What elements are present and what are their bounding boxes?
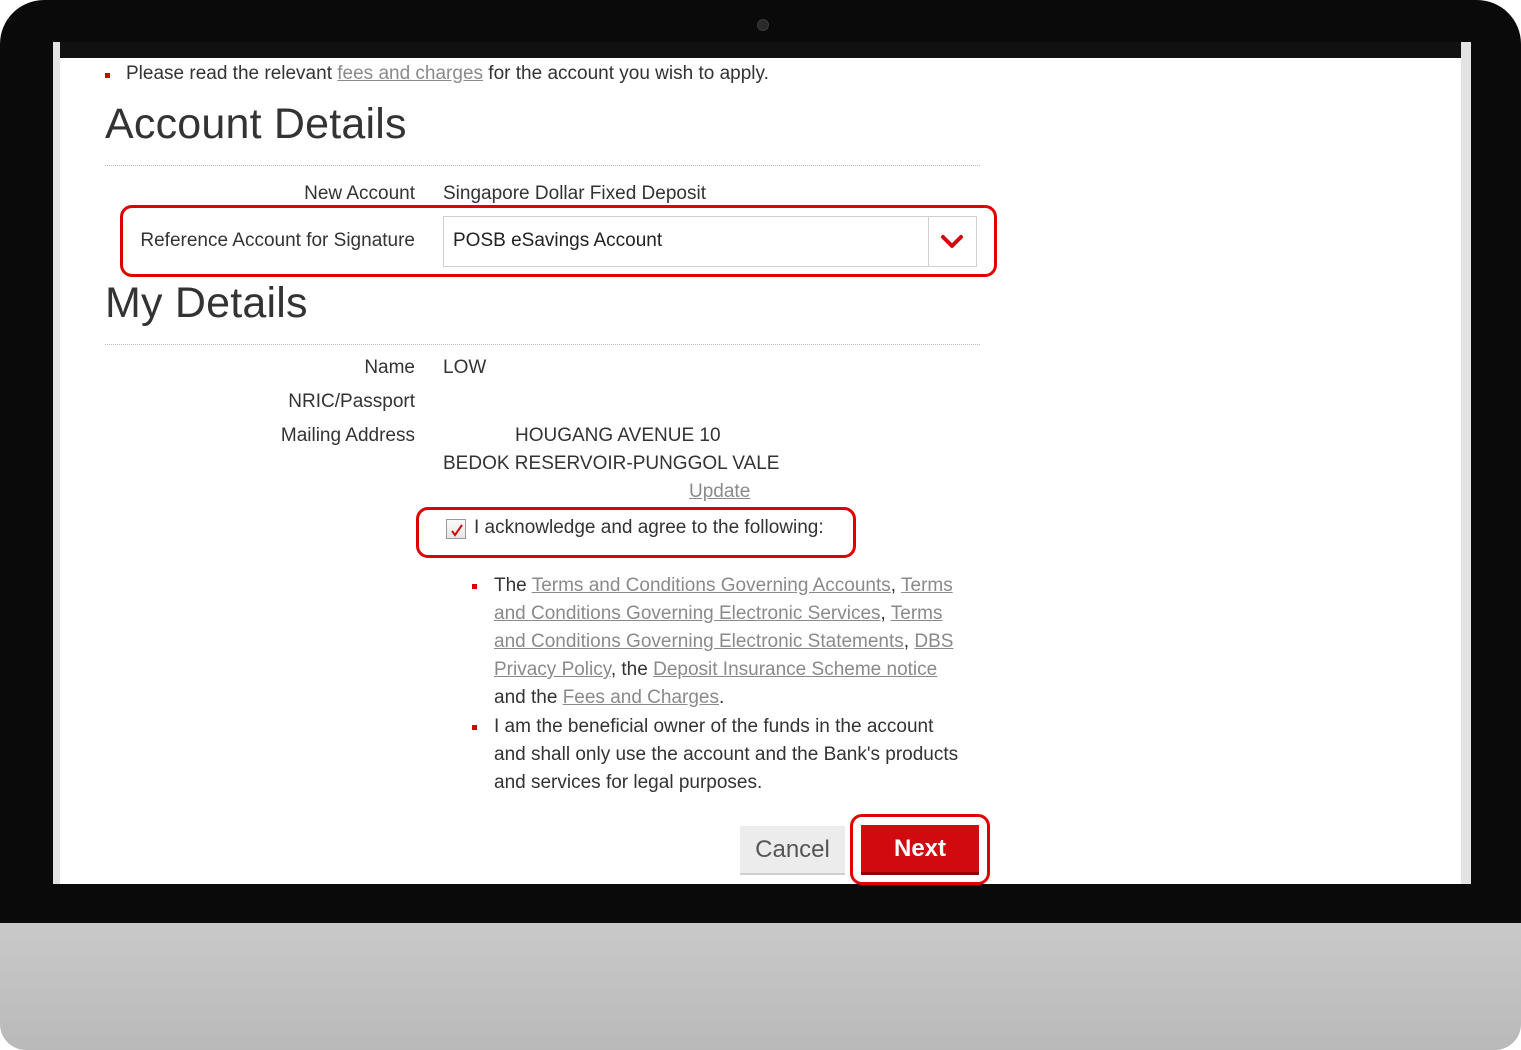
fees-charges-link[interactable]: Fees and Charges — [563, 687, 719, 708]
account-details-divider — [105, 165, 980, 166]
screen-left-rail — [53, 42, 60, 884]
ref-account-select[interactable]: POSB eSavings Account — [443, 216, 977, 267]
bullet-icon — [472, 725, 477, 730]
name-label: Name — [364, 357, 415, 378]
new-account-value: Singapore Dollar Fixed Deposit — [443, 183, 706, 204]
address-line-2: BEDOK RESERVOIR-PUNGGOL VALE — [443, 453, 780, 474]
deposit-insurance-link[interactable]: Deposit Insurance Scheme notice — [653, 659, 937, 680]
mailing-address-label: Mailing Address — [280, 425, 415, 446]
update-address-link[interactable]: Update — [689, 481, 750, 503]
fees-and-charges-link[interactable]: fees and charges — [337, 63, 483, 84]
screen-right-rail — [1461, 42, 1471, 884]
terms-the-2: the — [621, 659, 648, 680]
cancel-button[interactable]: Cancel — [740, 826, 845, 875]
ref-account-value: POSB eSavings Account — [453, 230, 663, 251]
dropdown-button[interactable] — [928, 217, 976, 266]
fees-notice: Please read the relevant fees and charge… — [126, 63, 769, 85]
terms-and-the: and the — [494, 687, 558, 708]
ref-account-label: Reference Account for Signature — [140, 230, 415, 251]
address-line-1: HOUGANG AVENUE 10 — [515, 425, 721, 446]
chevron-down-icon — [941, 235, 963, 248]
monitor-chin — [0, 923, 1521, 1050]
acknowledge-checkbox[interactable] — [446, 519, 466, 539]
account-details-heading: Account Details — [105, 100, 407, 148]
name-value: LOW — [443, 357, 487, 378]
camera-icon — [757, 19, 769, 31]
checkmark-icon — [451, 524, 463, 537]
new-account-label: New Account — [304, 183, 415, 204]
next-button[interactable]: Next — [861, 825, 979, 875]
fees-notice-prefix: Please read the relevant — [126, 63, 332, 84]
fees-notice-suffix: for the account you wish to apply. — [488, 63, 769, 84]
terms-item-1: The Terms and Conditions Governing Accou… — [494, 575, 954, 708]
my-details-divider — [105, 344, 980, 345]
terms-the: The — [494, 575, 527, 596]
screen-top-edge — [53, 42, 1471, 58]
my-details-heading: My Details — [105, 279, 308, 327]
acknowledge-label: I acknowledge and agree to the following… — [474, 517, 824, 538]
terms-item-2: I am the beneficial owner of the funds i… — [494, 716, 959, 793]
nric-label: NRIC/Passport — [288, 391, 415, 412]
bullet-icon — [105, 73, 110, 78]
bullet-icon — [472, 584, 477, 589]
terms-accounts-link[interactable]: Terms and Conditions Governing Accounts — [532, 575, 891, 596]
